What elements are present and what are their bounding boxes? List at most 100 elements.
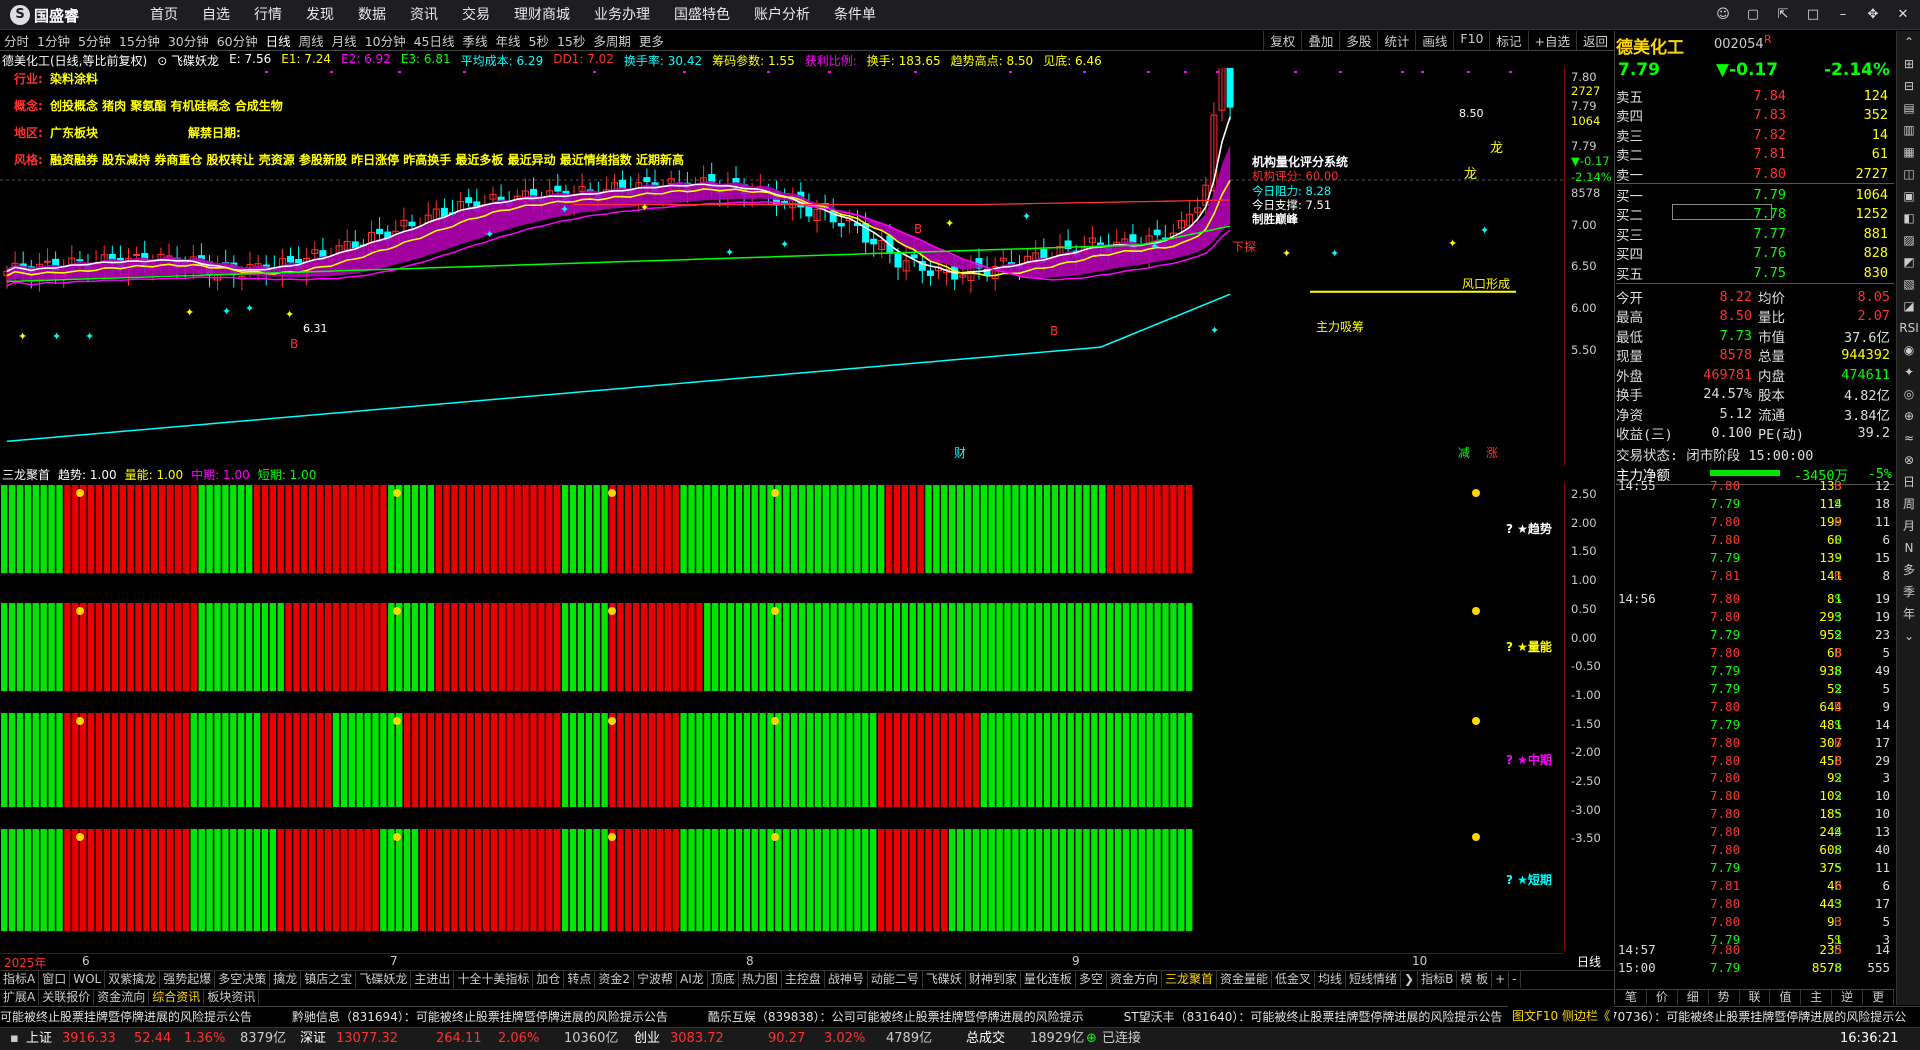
nav-item-10[interactable]: 账户分析 xyxy=(742,0,822,30)
indicator-tab-10[interactable]: 十全十美指标 xyxy=(454,971,534,988)
nav-item-9[interactable]: 国盛特色 xyxy=(662,0,742,30)
close-icon[interactable]: ✕ xyxy=(1892,4,1914,26)
ext-tab-1[interactable]: 关联报价 xyxy=(39,990,95,1005)
indicator-tab-18[interactable]: 主控盘 xyxy=(782,971,825,988)
tf-7[interactable]: 周线 xyxy=(295,31,328,50)
indicator-tab-32[interactable]: 指标B xyxy=(1418,971,1458,988)
indicator-tab-4[interactable]: 强势起爆 xyxy=(160,971,216,988)
sanlong-bars-chart[interactable]: ? ★趋势 ? ★量能 ? ★中期 ? ★短期 xyxy=(0,483,1564,951)
sidebar-icon-0[interactable]: ⌃ xyxy=(1897,31,1920,53)
tf-2[interactable]: 5分钟 xyxy=(74,31,115,50)
nav-item-2[interactable]: 行情 xyxy=(242,0,294,30)
sidebar-icon-27[interactable]: ⌄ xyxy=(1897,625,1920,647)
sidebar-icon-23[interactable]: N xyxy=(1897,537,1920,559)
panel-tab-7[interactable]: 逆 xyxy=(1832,990,1864,1005)
nav-item-6[interactable]: 交易 xyxy=(450,0,502,30)
sidebar-icon-8[interactable]: ◧ xyxy=(1897,207,1920,229)
tf-16[interactable]: 更多 xyxy=(635,31,668,50)
tf-11[interactable]: 季线 xyxy=(459,31,492,50)
sidebar-icon-20[interactable]: 日 xyxy=(1897,471,1920,493)
chart-tool-3[interactable]: 统计 xyxy=(1377,31,1415,50)
tf-13[interactable]: 5秒 xyxy=(525,31,553,50)
sidebar-icon-11[interactable]: ▧ xyxy=(1897,273,1920,295)
indicator-tab-7[interactable]: 镇店之宝 xyxy=(301,971,357,988)
ext-tab-3[interactable]: 综合资讯 xyxy=(149,990,205,1005)
sidebar-icon-26[interactable]: 年 xyxy=(1897,603,1920,625)
sidebar-icon-10[interactable]: ◩ xyxy=(1897,251,1920,273)
indicator-tab-17[interactable]: 热力图 xyxy=(739,971,782,988)
nav-item-3[interactable]: 发现 xyxy=(294,0,346,30)
ticker-item-1[interactable]: 黔驰信息（831694）：可能被终止股票挂牌暨停牌进展的风险提示公告 xyxy=(292,1010,668,1024)
nav-item-5[interactable]: 资讯 xyxy=(398,0,450,30)
tf-5[interactable]: 60分钟 xyxy=(213,31,262,50)
ext-tab-4[interactable]: 板块资讯 xyxy=(204,990,260,1005)
sidebar-icon-21[interactable]: 周 xyxy=(1897,493,1920,515)
indicator-tab-28[interactable]: 低金叉 xyxy=(1272,971,1315,988)
indicator-tab-25[interactable]: 资金方向 xyxy=(1107,971,1162,988)
indicator-tab-23[interactable]: 量化连板 xyxy=(1021,971,1076,988)
sidebar-icon-5[interactable]: ▦ xyxy=(1897,141,1920,163)
ticker-right-links[interactable]: 图文F10 侧边栏《 xyxy=(1508,1006,1614,1026)
sidebar-icon-12[interactable]: ◪ xyxy=(1897,295,1920,317)
panel-tab-4[interactable]: 联 xyxy=(1740,990,1771,1005)
tf-10[interactable]: 45日线 xyxy=(410,31,459,50)
indicator-tab-12[interactable]: 转点 xyxy=(564,971,596,988)
tf-14[interactable]: 15秒 xyxy=(553,31,589,50)
sidebar-icon-4[interactable]: ▥ xyxy=(1897,119,1920,141)
sidebar-icon-18[interactable]: ≈ xyxy=(1897,427,1920,449)
tf-12[interactable]: 年线 xyxy=(492,31,525,50)
panel-tab-3[interactable]: 势 xyxy=(1709,990,1740,1005)
panel-tab-0[interactable]: 笔 xyxy=(1616,990,1647,1005)
sidebar-icon-2[interactable]: ⊟ xyxy=(1897,75,1920,97)
indicator-tab-20[interactable]: 动能二号 xyxy=(868,971,923,988)
nav-item-7[interactable]: 理财商城 xyxy=(502,0,582,30)
tf-8[interactable]: 月线 xyxy=(328,31,361,50)
indicator-tab-3[interactable]: 双紫擒龙 xyxy=(105,971,161,988)
feedback-icon[interactable]: ☺ xyxy=(1712,4,1734,26)
indicator-tab-24[interactable]: 多空 xyxy=(1076,971,1107,988)
indicator-tab-8[interactable]: 飞碟妖龙 xyxy=(356,971,412,988)
chart-tool-4[interactable]: 画线 xyxy=(1415,31,1453,50)
indicator-tab-22[interactable]: 财神到家 xyxy=(966,971,1021,988)
sidebar-icon-25[interactable]: 季 xyxy=(1897,581,1920,603)
chart-tool-5[interactable]: F10 xyxy=(1453,31,1489,50)
indicator-tab-6[interactable]: 擒龙 xyxy=(270,971,302,988)
selected-bid-box[interactable] xyxy=(1672,204,1772,220)
sidebar-icon-16[interactable]: ◎ xyxy=(1897,383,1920,405)
nav-item-0[interactable]: 首页 xyxy=(138,0,190,30)
sidebar-icon-15[interactable]: ✦ xyxy=(1897,361,1920,383)
panel-tab-6[interactable]: 主 xyxy=(1801,990,1833,1005)
indicator-tab-35[interactable]: - xyxy=(1509,971,1521,988)
indicator-tab-29[interactable]: 均线 xyxy=(1315,971,1347,988)
panel-tab-1[interactable]: 价 xyxy=(1647,990,1678,1005)
chart-tool-2[interactable]: 多股 xyxy=(1339,31,1377,50)
popout-icon[interactable]: ⇱ xyxy=(1772,4,1794,26)
chart-tool-6[interactable]: 标记 xyxy=(1489,31,1527,50)
ticker-item-0[interactable]: 可能被终止股票挂牌暨停牌进展的风险提示公告 xyxy=(0,1010,252,1024)
sidebar-icon-24[interactable]: 多 xyxy=(1897,559,1920,581)
chart-tool-1[interactable]: 叠加 xyxy=(1301,31,1339,50)
tf-9[interactable]: 10分钟 xyxy=(361,31,410,50)
sidebar-icon-17[interactable]: ⊕ xyxy=(1897,405,1920,427)
indicator-tab-14[interactable]: 宁波帮 xyxy=(634,971,678,988)
nav-item-1[interactable]: 自选 xyxy=(190,0,242,30)
indicator-tab-26[interactable]: 三龙聚首 xyxy=(1162,971,1217,988)
indicator-tab-16[interactable]: 顶底 xyxy=(708,971,739,988)
minimize-icon[interactable]: – xyxy=(1832,4,1854,26)
indicator-tab-34[interactable]: + xyxy=(1492,971,1510,988)
ticker-item-3[interactable]: ST望沃丰（831640）：可能被终止股票挂牌暨停牌进展的风险提示公告 xyxy=(1124,1010,1503,1024)
sidebar-icon-14[interactable]: ◉ xyxy=(1897,339,1920,361)
panel-tab-2[interactable]: 细 xyxy=(1678,990,1709,1005)
tf-4[interactable]: 30分钟 xyxy=(164,31,213,50)
sidebar-icon-13[interactable]: RSI xyxy=(1897,317,1920,339)
news-ticker[interactable]: 可能被终止股票挂牌暨停牌进展的风险提示公告 黔驰信息（831694）：可能被终止股… xyxy=(0,1006,1920,1026)
nav-item-4[interactable]: 数据 xyxy=(346,0,398,30)
indicator-tab-11[interactable]: 加仓 xyxy=(533,971,565,988)
ext-tab-2[interactable]: 资金流向 xyxy=(94,990,150,1005)
window-icon[interactable]: ▢ xyxy=(1742,4,1764,26)
chart-tool-0[interactable]: 复权 xyxy=(1263,31,1301,50)
chart-tool-8[interactable]: 返回 xyxy=(1575,31,1614,50)
nav-item-11[interactable]: 条件单 xyxy=(822,0,888,30)
indicator-tab-30[interactable]: 短线情绪 xyxy=(1346,971,1402,988)
indicator-tab-5[interactable]: 多空决策 xyxy=(215,971,271,988)
